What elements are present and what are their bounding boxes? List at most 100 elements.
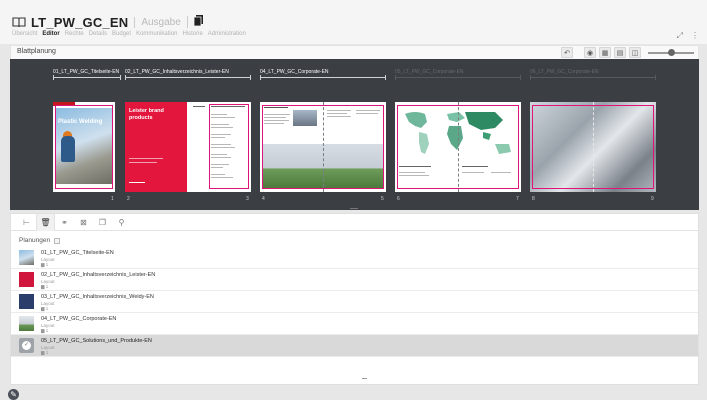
plan-thumbnail [19,316,34,331]
text-line [211,106,245,107]
plan-page-count-value: 1 [45,350,49,355]
section-bracket [125,75,251,80]
page-spread[interactable] [260,102,386,192]
page-icon[interactable]: ▤ [614,47,626,58]
plan-name: 04_LT_PW_GC_Corporate-EN [41,316,117,322]
header-actions: ⤢ ⋮ [677,31,699,41]
check-icon[interactable]: ✓ [22,341,31,350]
factory-spread[interactable] [530,102,656,192]
plan-page-count-value: 1 [45,328,49,333]
plan-thumbnail [19,250,34,265]
worldmap-spread[interactable] [395,102,521,192]
text-line [356,110,380,111]
trash-icon[interactable]: 🗑 [36,213,55,231]
page-spread[interactable] [395,102,521,192]
page-number: 6 [397,196,400,202]
text-line [211,144,231,145]
list-item[interactable]: 04_LT_PW_GC_Corporate-EN Layout ▆ 1 [11,313,698,335]
plan-thumbnail: ✓ [19,338,34,353]
nav-rights[interactable]: Rechte [65,31,84,37]
eye-icon[interactable]: ◉ [584,47,596,58]
text-line [129,158,163,159]
section-label[interactable]: 01_LT_PW_GC_Titelseite-EN [53,69,119,75]
contents-page[interactable] [189,102,251,192]
grid-icon[interactable]: ▦ [599,47,611,58]
plan-page-count: ▆ 1 [41,306,49,311]
text-line [264,123,284,124]
list-item[interactable]: 03_LT_PW_GC_Inhaltsverzeichnis_Weldy-EN … [11,291,698,313]
red-brand-page[interactable]: Leister brand products [125,102,187,192]
plans-heading-label: Planungen [19,237,51,244]
text-line [211,157,231,158]
page-spread[interactable]: Leister brand products [125,102,251,192]
text-line [264,114,290,115]
zoom-slider[interactable] [648,48,694,56]
nav-overview[interactable]: Übersicht [12,31,37,37]
layers-icon[interactable]: ◫ [629,47,641,58]
issue-selector[interactable]: Ausgabe [134,16,181,28]
nav-details[interactable]: Details [89,31,107,37]
cover-page[interactable]: Plastic Welding [53,102,115,192]
plan-name: 05_LT_PW_GC_Solutions_und_Produkte-EN [41,338,152,344]
plan-thumbnail [19,272,34,287]
page-spread[interactable] [530,102,656,192]
list-item[interactable]: 01_LT_PW_GC_Titelseite-EN Layout ▆ 1 [11,247,698,269]
section-label[interactable]: 02_LT_PW_GC_Inhaltsverzeichnis_Leister-E… [125,69,229,75]
page-number: 4 [262,196,265,202]
text-line [264,117,286,118]
stack-icon[interactable] [193,13,203,31]
text-line [211,164,229,165]
nav-communication[interactable]: Kommunikation [136,31,177,37]
plans-heading: Planungen [19,237,61,244]
expand-icon[interactable]: ⤢ [677,31,683,41]
undo-icon[interactable]: ↶ [561,47,573,58]
list-item[interactable]: 02_LT_PW_GC_Inhaltsverzeichnis_Leister-E… [11,269,698,291]
text-line [399,172,425,173]
red-page-title: Leister brand products [129,108,164,121]
brand-logo [53,102,75,106]
tree-icon[interactable]: ⊢ [17,214,36,231]
resize-handle[interactable] [362,378,367,379]
search-icon[interactable]: ⚲ [112,214,131,231]
nav-editor[interactable]: Editor [42,31,59,37]
section-bracket [530,75,656,80]
zoom-slider-knob[interactable] [668,48,675,56]
text-line [399,175,429,176]
text-line [211,117,235,118]
page-number: 3 [246,196,249,202]
text-line [211,137,225,138]
toolbar-tools: ↶ ◉ ▦ ▤ ◫ [561,47,694,58]
add-plan-button[interactable] [54,237,61,244]
more-icon[interactable]: ⋮ [691,31,699,41]
plans-list: 01_LT_PW_GC_Titelseite-EN Layout ▆ 1 02_… [11,247,698,357]
edit-icon[interactable]: ✎ [8,389,19,400]
nav-budget[interactable]: Budget [112,31,131,37]
nav-administration[interactable]: Administration [208,31,246,37]
text-line [327,116,351,117]
top-header: LT_PW_GC_EN Ausgabe Übersicht Editor Rec… [0,0,707,44]
text-line [211,134,231,135]
sheet-planning-toolbar: Blattplanung ↶ ◉ ▦ ▤ ◫ [10,45,699,59]
section-label[interactable]: 05_LT_PW_GC_Corporate-EN [395,69,464,75]
text-line [264,120,289,121]
plan-page-count-value: 1 [45,306,49,311]
corporate-spread[interactable] [260,102,386,192]
main-nav: Übersicht Editor Rechte Details Budget K… [12,31,246,37]
page-number: 9 [651,196,654,202]
text-line [211,127,233,128]
text-line [211,114,227,115]
text-line [193,106,205,107]
nav-history[interactable]: Historie [182,31,202,37]
list-item[interactable]: ✓ 05_LT_PW_GC_Solutions_und_Produkte-EN … [11,335,698,357]
section-label[interactable]: 06_LT_PW_GC_Corporate-EN [530,69,599,75]
image-icon[interactable]: ⊠ [74,214,93,231]
copy-icon[interactable]: ❐ [93,214,112,231]
section-label[interactable]: 04_LT_PW_GC_Corporate-EN [260,69,329,75]
project-title: LT_PW_GC_EN [31,14,129,30]
spread-gutter [593,102,594,192]
page-spread[interactable]: Plastic Welding [53,102,115,192]
panel-tabs: ⊢ 🗑 ⚭ ⊠ ❐ ⚲ [11,213,698,231]
text-line [462,166,488,167]
link-icon[interactable]: ⚭ [55,214,74,231]
resize-handle[interactable] [350,208,358,209]
